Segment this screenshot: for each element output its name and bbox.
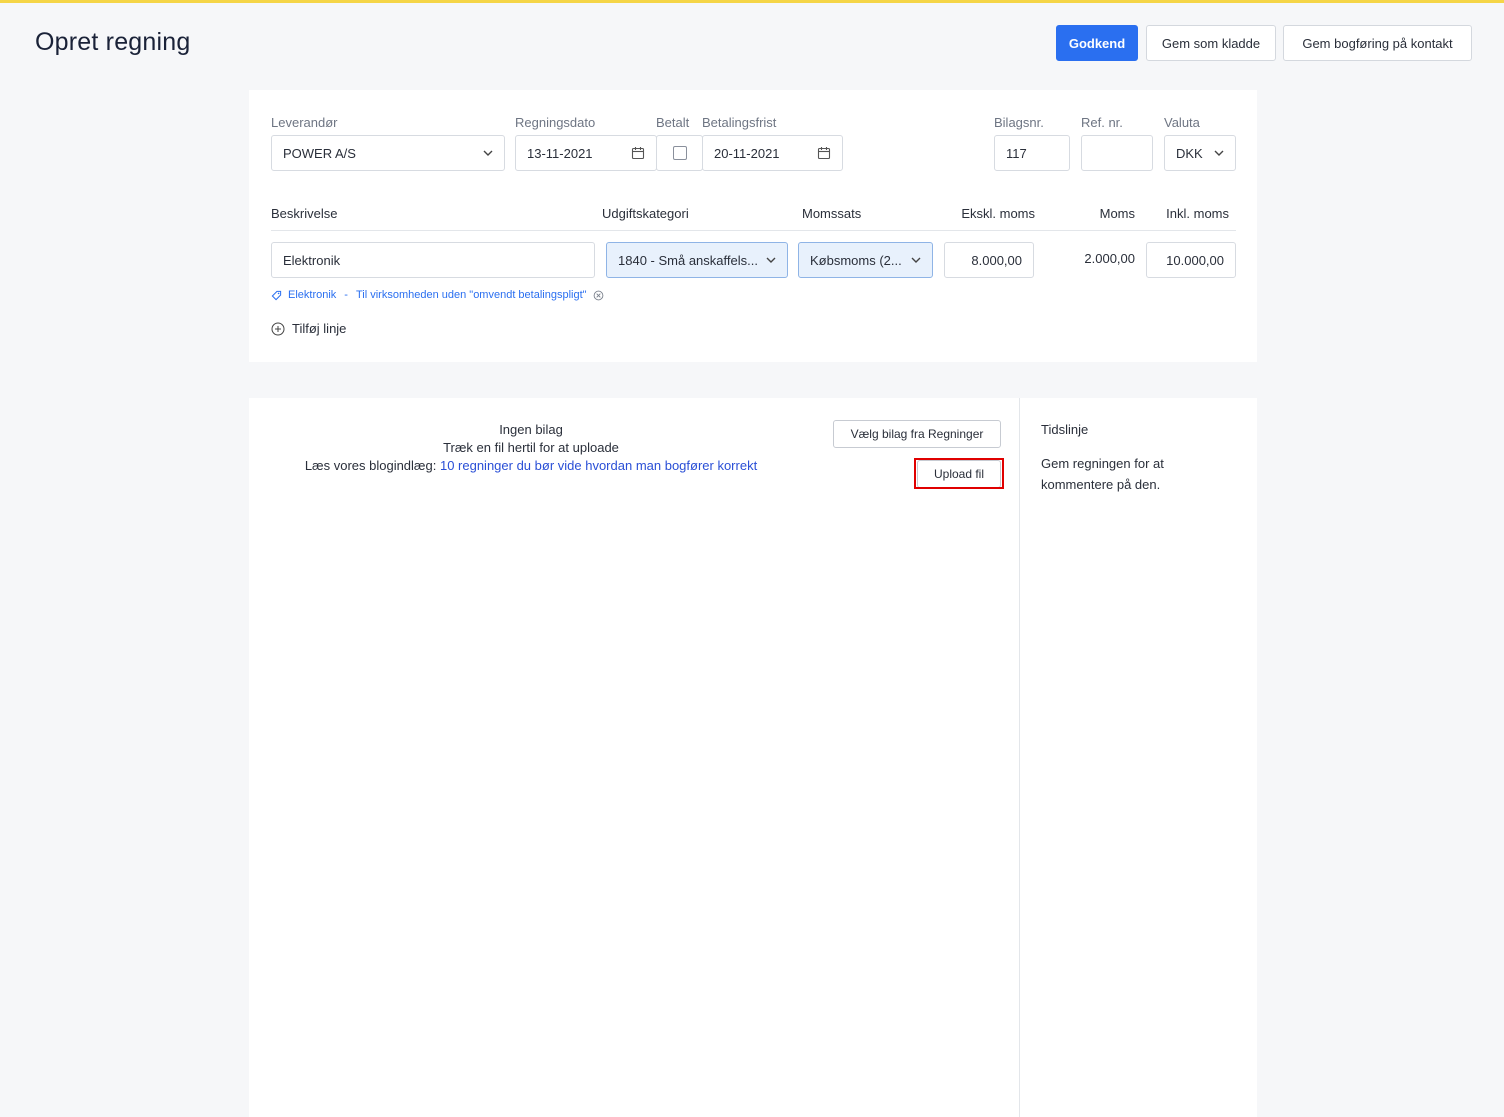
tag-icon (271, 290, 282, 300)
no-attachments-text: Ingen bilag (499, 422, 563, 437)
bill-date-label: Regningsdato (515, 115, 596, 130)
chevron-down-icon (911, 257, 921, 263)
page-title: Opret regning (35, 28, 191, 56)
line-description-input[interactable]: Elektronik (271, 242, 595, 278)
add-line-label: Tilføj linje (292, 321, 347, 336)
currency-value: DKK (1176, 145, 1203, 161)
currency-label: Valuta (1164, 115, 1200, 130)
approve-button[interactable]: Godkend (1056, 25, 1138, 61)
voucher-no-input[interactable]: 117 (994, 135, 1070, 171)
paid-checkbox-field (656, 135, 703, 171)
col-header-category: Udgiftskategori (602, 206, 689, 221)
calendar-icon[interactable] (631, 146, 645, 160)
line-category-value: 1840 - Små anskaffels... (618, 252, 758, 268)
save-posting-on-contact-button[interactable]: Gem bogføring på kontakt (1283, 25, 1472, 61)
supplier-label: Leverandør (271, 115, 338, 130)
supplier-value: POWER A/S (283, 145, 356, 161)
col-header-incl-vat: Inkl. moms (1166, 206, 1229, 221)
due-date-label: Betalingsfrist (702, 115, 777, 130)
ref-no-input[interactable] (1081, 135, 1153, 171)
chevron-down-icon (1214, 150, 1224, 156)
col-header-vat: Moms (1099, 206, 1135, 221)
bill-form-card: Leverandør Regningsdato Betalt Betalings… (249, 90, 1257, 362)
save-draft-button[interactable]: Gem som kladde (1146, 25, 1276, 61)
plus-circle-icon (271, 322, 285, 335)
ref-no-label: Ref. nr. (1081, 115, 1123, 130)
attachments-card: Ingen bilag Træk en fil hertil for at up… (249, 398, 1257, 1117)
upload-highlight-box (914, 458, 1004, 489)
chevron-down-icon (766, 257, 776, 263)
col-header-description: Beskrivelse (271, 206, 338, 221)
voucher-no-label: Bilagsnr. (994, 115, 1044, 130)
line-vat-rate-value: Købsmoms (2... (810, 252, 902, 268)
col-header-excl-vat: Ekskl. moms (961, 206, 1035, 221)
voucher-no-value: 117 (1006, 145, 1027, 161)
timeline-message-line-1: Gem regningen for at (1041, 456, 1164, 471)
timeline-title: Tidslinje (1041, 422, 1089, 437)
line-vat-rate-select[interactable]: Købsmoms (2... (798, 242, 933, 278)
bill-date-value: 13-11-2021 (527, 145, 593, 161)
calendar-icon[interactable] (817, 146, 831, 160)
add-line-button[interactable]: Tilføj linje (271, 321, 346, 336)
col-header-vat-rate: Momssats (802, 206, 862, 221)
line-vat-value: 2.000,00 (1084, 251, 1135, 266)
line-tag-separator: - (344, 289, 348, 301)
line-tag-row: Elektronik - Til virksomheden uden "omve… (271, 289, 604, 301)
line-description-value: Elektronik (283, 252, 341, 268)
line-incl-vat-value: 10.000,00 (1166, 252, 1224, 268)
chevron-down-icon (483, 150, 493, 156)
remove-tag-icon[interactable] (593, 290, 604, 301)
drag-hint-text: Træk en fil hertil for at uploade (443, 440, 619, 455)
supplier-select[interactable]: POWER A/S (271, 135, 505, 171)
timeline-message: Gem regningen for at kommentere på den. (1041, 453, 1164, 495)
paid-label: Betalt (656, 115, 690, 130)
blog-prefix: Læs vores blogindlæg: (304, 458, 437, 473)
blog-link[interactable]: 10 regninger du bør vide hvordan man bog… (440, 458, 757, 473)
header-divider (271, 230, 1236, 231)
due-date-input[interactable]: 20-11-2021 (702, 135, 843, 171)
paid-checkbox[interactable] (672, 146, 687, 160)
bill-date-input[interactable]: 13-11-2021 (515, 135, 657, 171)
line-incl-vat-input[interactable]: 10.000,00 (1146, 242, 1236, 278)
line-excl-vat-value: 8.000,00 (971, 252, 1022, 268)
line-tag-label[interactable]: Elektronik (288, 289, 336, 301)
blog-line: Læs vores blogindlæg: 10 regninger du bø… (249, 458, 813, 473)
currency-select[interactable]: DKK (1164, 135, 1236, 171)
line-category-select[interactable]: 1840 - Små anskaffels... (606, 242, 788, 278)
timeline-message-line-2: kommentere på den. (1041, 477, 1161, 492)
line-excl-vat-input[interactable]: 8.000,00 (944, 242, 1034, 278)
line-tag-note[interactable]: Til virksomheden uden "omvendt betalings… (356, 289, 587, 301)
choose-from-bills-button[interactable]: Vælg bilag fra Regninger (833, 420, 1001, 448)
top-accent-bar (0, 0, 1504, 3)
timeline-divider (1019, 398, 1020, 1117)
due-date-value: 20-11-2021 (714, 145, 780, 161)
